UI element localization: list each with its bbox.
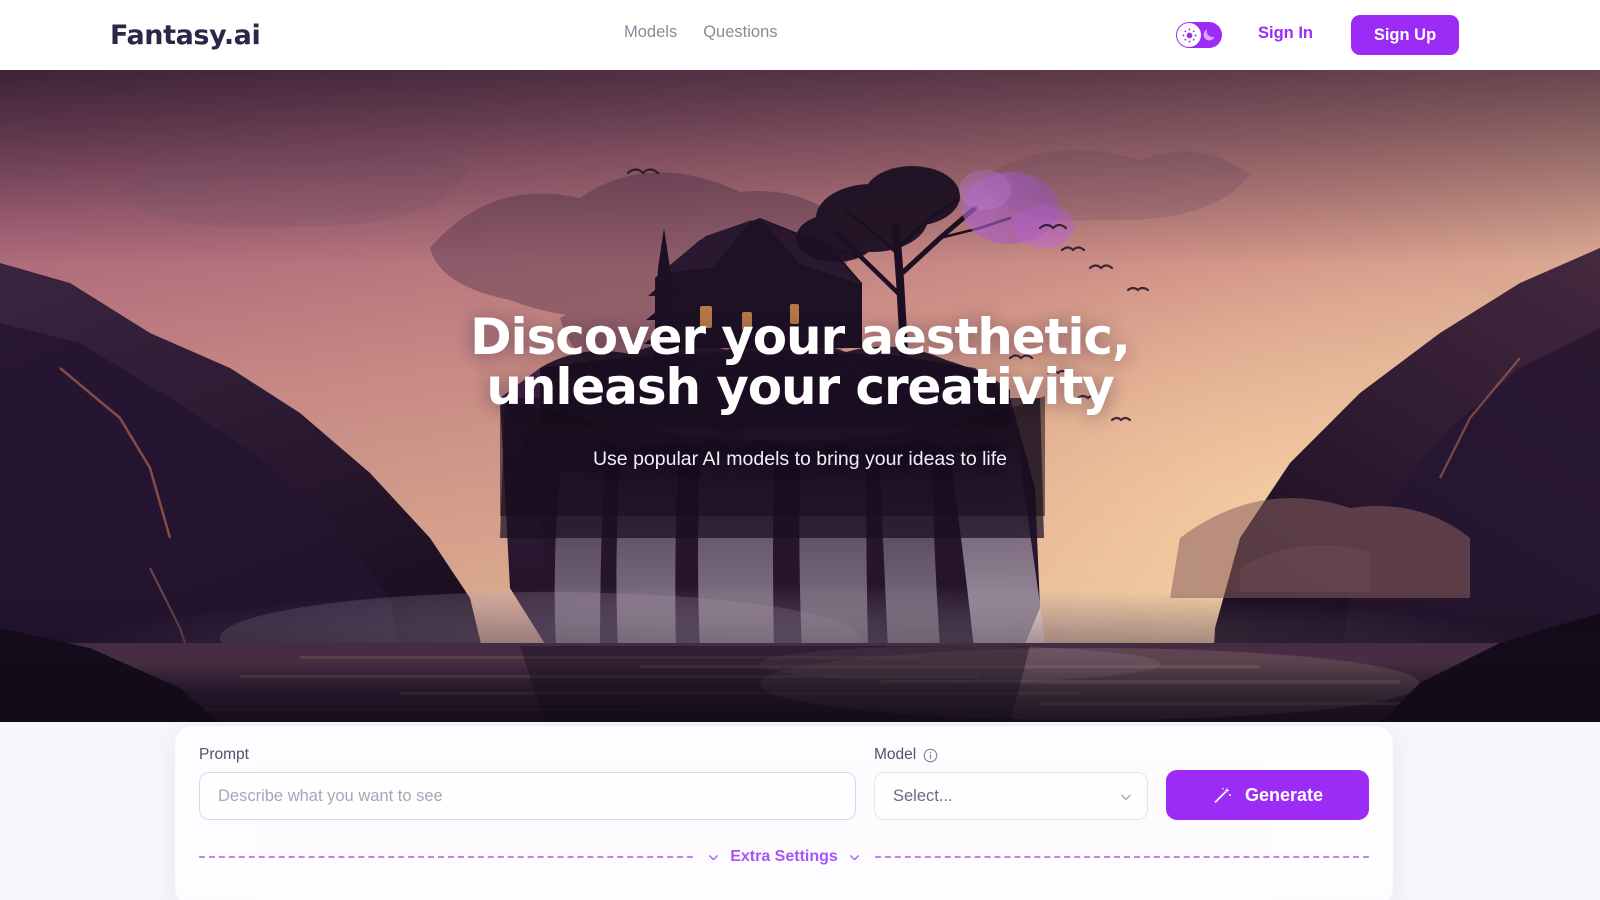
model-label-text: Model [874,746,917,763]
generation-panel: Prompt Model Select... [175,726,1393,900]
model-select-value: Select... [893,786,953,805]
generate-button[interactable]: Generate [1166,770,1369,820]
site-header: Fantasy.ai Models Questions Sign In Sign… [0,0,1600,70]
theme-toggle-knob [1177,23,1201,47]
sun-icon [1181,27,1197,43]
prompt-input[interactable] [199,772,856,820]
sign-in-link[interactable]: Sign In [1258,24,1313,43]
info-icon[interactable] [923,748,938,763]
nav-item-questions[interactable]: Questions [703,23,777,42]
extra-settings-label: Extra Settings [730,848,838,865]
generate-button-label: Generate [1244,784,1324,805]
model-field-group: Model Select... [874,746,1148,820]
brand-logo[interactable]: Fantasy.ai [110,20,261,51]
generation-form-section: Prompt Model Select... [0,722,1600,900]
extra-settings-toggle[interactable]: Extra Settings [707,848,861,866]
hero-content: Discover your aesthetic, unleash your cr… [0,68,1600,723]
model-select[interactable]: Select... [874,772,1148,820]
chevron-down-icon [1121,794,1131,800]
sign-up-button[interactable]: Sign Up [1351,15,1459,55]
moon-icon [1203,29,1215,41]
main-navigation: Models Questions [624,23,778,42]
magic-wand-icon [1214,787,1231,803]
hero-subtitle: Use popular AI models to bring your idea… [592,448,1008,470]
prompt-label: Prompt [199,746,249,763]
chevron-down-icon-right [849,854,859,860]
prompt-field-group: Prompt [199,746,856,820]
model-label: Model [874,746,1148,764]
hero-section: Discover your aesthetic, unleash your cr… [0,68,1600,723]
divider-left [199,856,694,858]
form-controls-row: Prompt Model Select... [199,746,1369,820]
chevron-down-icon-left [709,854,719,860]
extra-settings-row: Extra Settings [199,846,1369,868]
hero-title: Discover your aesthetic, unleash your cr… [470,312,1131,416]
divider-right [874,856,1369,858]
hero-title-line-2: unleash your creativity [486,358,1114,416]
page-root: Fantasy.ai Models Questions Sign In Sign… [0,0,1600,900]
theme-toggle[interactable] [1176,22,1222,48]
nav-item-models[interactable]: Models [624,23,677,42]
